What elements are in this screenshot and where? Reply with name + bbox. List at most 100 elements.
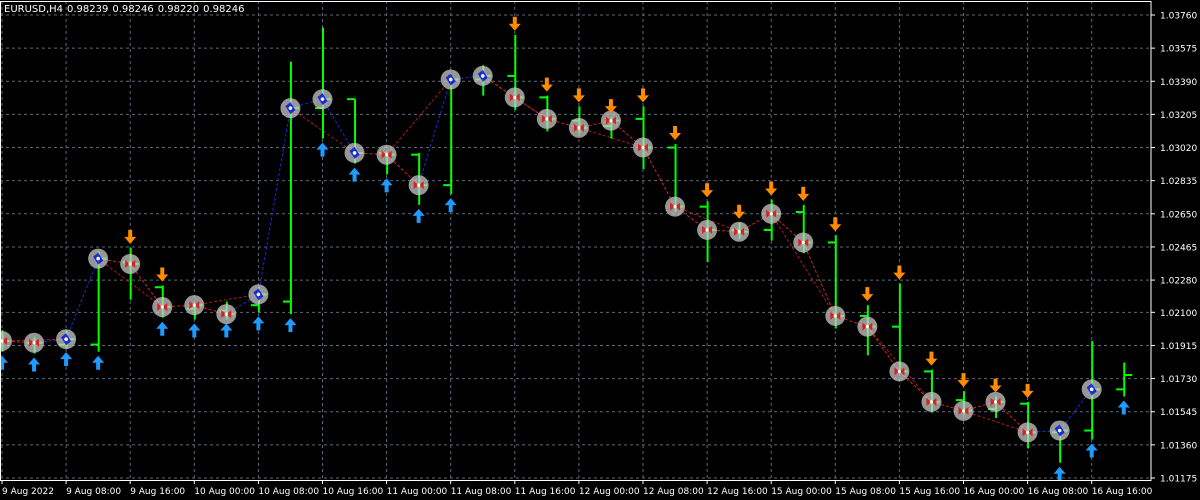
x-tick-label: 11 Aug 08:00 xyxy=(451,487,512,497)
down-arrow-icon xyxy=(893,265,906,280)
x-tick-label: 11 Aug 00:00 xyxy=(387,487,448,497)
marker-dot xyxy=(288,106,293,110)
up-arrow-icon xyxy=(1085,443,1098,458)
sell-marker-icon xyxy=(889,361,910,382)
y-tick-label: 1.02100 xyxy=(1160,309,1197,319)
x-tick-label: 12 Aug 08:00 xyxy=(643,487,704,497)
marker-dot xyxy=(929,400,934,404)
ohlc-bar xyxy=(891,283,908,374)
sell-marker-icon xyxy=(216,304,237,325)
signal-markers xyxy=(0,65,1102,443)
x-tick-label: 9 Aug 2022 xyxy=(2,487,54,497)
y-tick-label: 1.01545 xyxy=(1160,408,1197,418)
marker-dot xyxy=(897,369,902,374)
marker-dot xyxy=(160,305,164,309)
ohlc-high: 0.98246 xyxy=(112,4,154,15)
marker-dot xyxy=(1026,430,1030,434)
marker-dot xyxy=(705,228,709,232)
up-arrow-icon xyxy=(348,167,361,182)
marker-dot xyxy=(480,74,485,78)
sell-marker-icon xyxy=(0,330,12,351)
y-tick-label: 1.03205 xyxy=(1160,111,1197,121)
up-arrow-icon xyxy=(1053,466,1066,481)
marker-dot xyxy=(352,151,357,155)
signal-connector xyxy=(802,242,836,317)
sell-marker-icon xyxy=(504,87,525,108)
sell-marker-icon xyxy=(985,391,1006,412)
x-tick-label: 15 Aug 00:00 xyxy=(771,487,832,497)
signal-connector xyxy=(65,258,99,340)
buy-marker-icon xyxy=(440,69,461,90)
marker-dot xyxy=(385,153,389,157)
marker-dot xyxy=(545,117,549,121)
sell-marker-icon xyxy=(665,196,686,217)
x-tick-label: 9 Aug 08:00 xyxy=(66,487,121,497)
buy-marker-icon xyxy=(472,65,493,86)
down-arrow-icon xyxy=(508,16,521,31)
marker-dot xyxy=(609,119,613,123)
up-arrow-icon xyxy=(1117,400,1130,415)
marker-dot xyxy=(320,97,325,101)
down-arrow-icon xyxy=(765,181,778,196)
marker-dot xyxy=(641,145,645,150)
sell-marker-icon xyxy=(1017,422,1038,443)
x-tick-label: 16 Aug 00:00 xyxy=(964,487,1025,497)
sell-marker-icon xyxy=(120,253,141,274)
price-chart[interactable]: 1.03760 1.03575 1.03390 1.03205 1.03020 1.028… xyxy=(0,0,1200,500)
ohlc-close: 0.98246 xyxy=(203,4,245,15)
up-arrow-icon xyxy=(60,352,73,367)
sell-marker-icon xyxy=(24,332,45,353)
signal-connector xyxy=(642,147,676,207)
down-arrow-icon xyxy=(733,204,746,219)
y-tick-label: 1.02650 xyxy=(1160,210,1197,220)
x-tick-label: 12 Aug 16:00 xyxy=(707,487,768,497)
sell-marker-icon xyxy=(761,203,782,224)
ohlc-bars xyxy=(0,27,1133,463)
marker-dot xyxy=(577,126,581,130)
down-arrow-icon xyxy=(701,183,714,198)
y-tick-label: 1.03760 xyxy=(1160,12,1197,22)
ohlc-open: 0.98239 xyxy=(67,4,109,15)
y-tick-label: 1.02465 xyxy=(1160,243,1197,253)
marker-dot xyxy=(801,240,805,245)
sell-marker-icon xyxy=(857,316,878,337)
x-tick-label: 12 Aug 00:00 xyxy=(579,487,640,497)
down-arrow-icon xyxy=(604,99,617,114)
x-tick-label: 15 Aug 08:00 xyxy=(835,487,896,497)
y-tick-label: 1.03575 xyxy=(1160,45,1197,55)
buy-marker-icon xyxy=(1049,420,1070,441)
ohlc-bar xyxy=(443,77,460,195)
marker-dot xyxy=(993,400,998,404)
sell-marker-icon xyxy=(633,137,653,158)
buy-marker-icon xyxy=(56,329,77,350)
sell-marker-icon xyxy=(568,117,589,138)
down-arrow-icon xyxy=(637,88,649,103)
chart-grid xyxy=(0,1,1151,480)
sell-marker-icon xyxy=(793,232,814,253)
sell-marker-icon xyxy=(729,221,750,242)
x-tick-label: 15 Aug 16:00 xyxy=(899,487,960,497)
y-tick-label: 1.02280 xyxy=(1160,277,1197,287)
down-arrow-icon xyxy=(156,267,169,282)
sell-marker-icon xyxy=(921,391,942,412)
marker-dot xyxy=(513,95,517,99)
marker-dot xyxy=(865,325,869,329)
up-arrow-icon xyxy=(284,318,297,333)
x-tick-label: 10 Aug 16:00 xyxy=(323,487,384,497)
sell-marker-icon xyxy=(600,110,621,131)
sell-marker-icon xyxy=(825,305,846,326)
marker-dot xyxy=(96,256,100,261)
buy-marker-icon xyxy=(312,89,333,110)
up-arrow-icon xyxy=(444,198,457,213)
chart-header: EURUSD,H4 0.98239 0.98246 0.98220 0.98246 xyxy=(4,4,248,15)
ohlc-bar xyxy=(1116,362,1133,397)
sell-marker-icon xyxy=(184,295,205,316)
buy-marker-icon xyxy=(344,142,365,163)
marker-dot xyxy=(224,312,228,316)
x-tick-label: 9 Aug 16:00 xyxy=(130,487,185,497)
marker-dot xyxy=(1057,428,1062,433)
y-tick-label: 1.01360 xyxy=(1160,441,1197,451)
y-tick-label: 1.03020 xyxy=(1160,144,1197,154)
up-arrow-icon xyxy=(0,355,8,370)
buy-marker-icon xyxy=(280,98,301,119)
